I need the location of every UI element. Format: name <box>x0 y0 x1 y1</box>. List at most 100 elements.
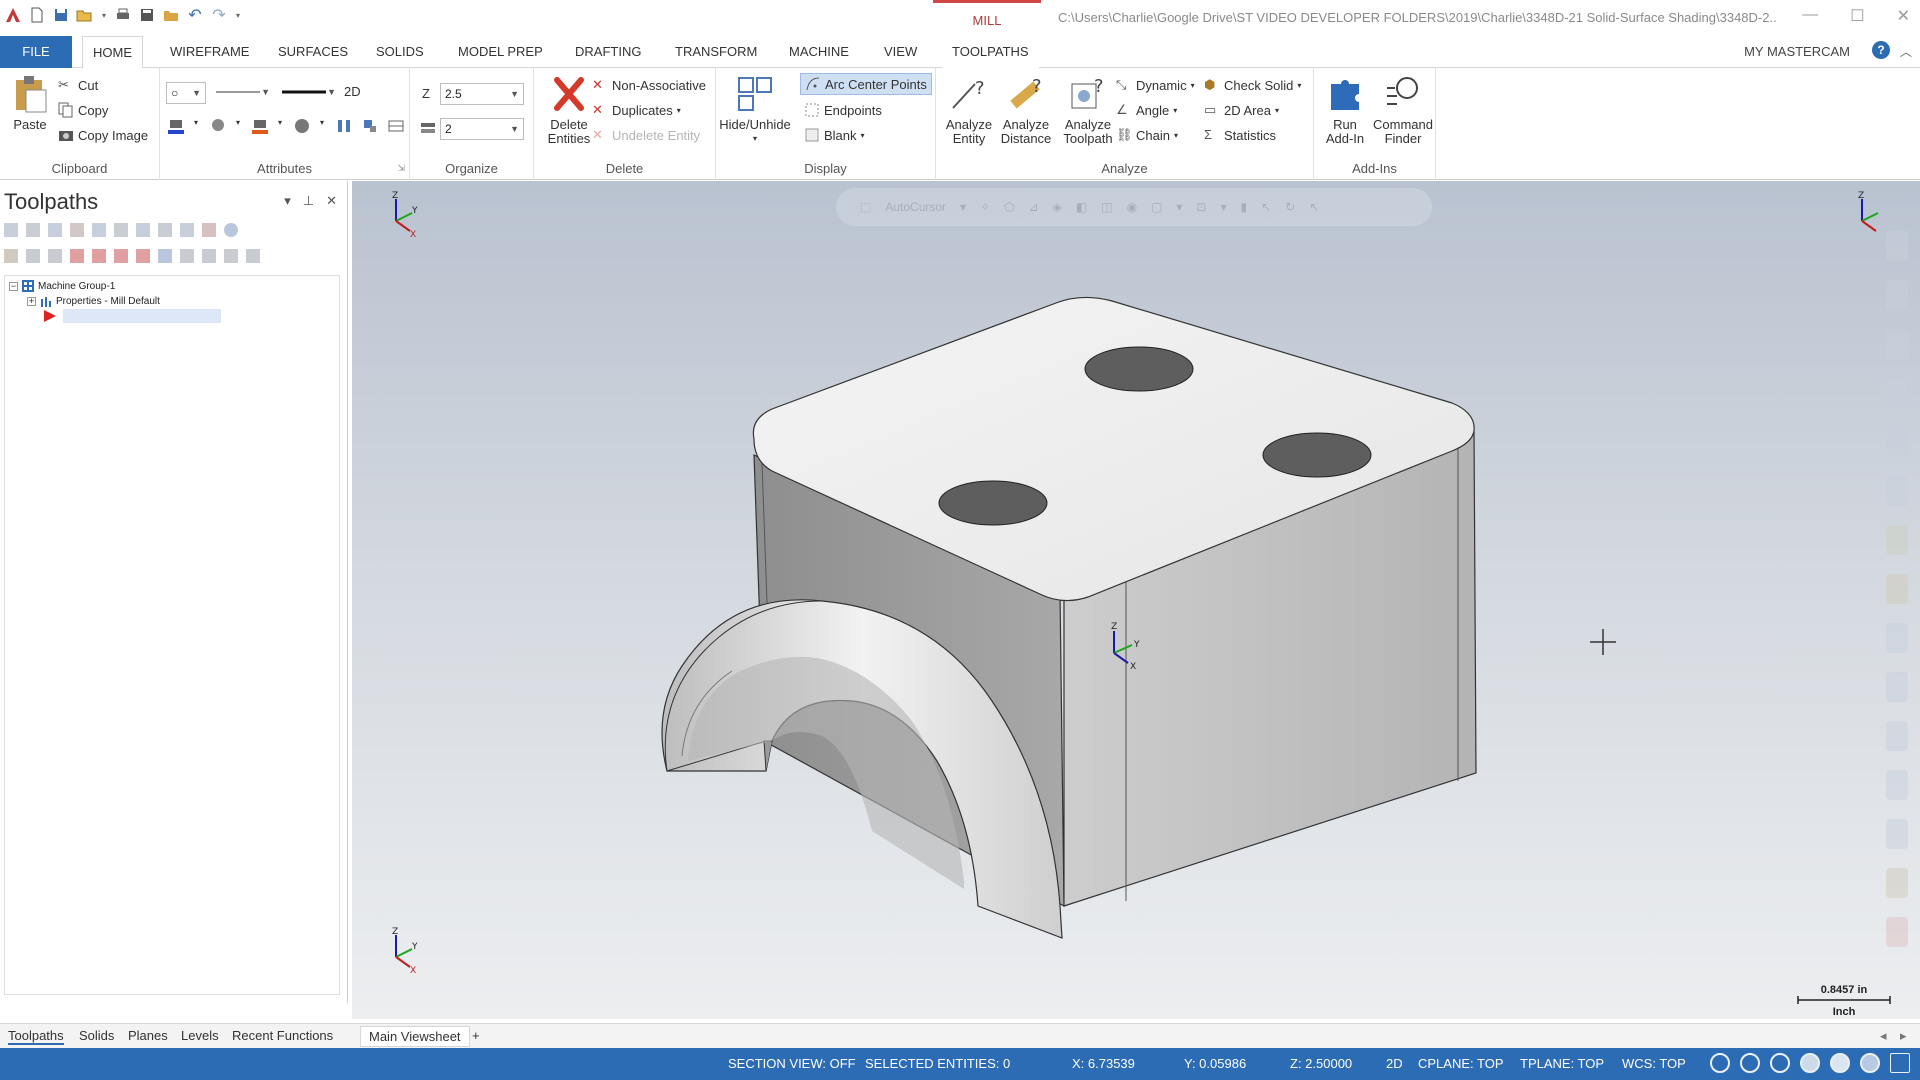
duplicates-button[interactable]: ✕ Duplicates ▾ <box>592 102 681 118</box>
tab-levels-manager[interactable]: Levels <box>181 1028 219 1043</box>
post-icon[interactable] <box>158 223 172 237</box>
color-view-icon[interactable] <box>1886 525 1908 555</box>
tab-home[interactable]: HOME <box>82 36 143 69</box>
delete-toolpath-icon[interactable] <box>202 223 216 237</box>
dropdown-arrow-icon[interactable]: ▾ <box>236 118 242 134</box>
help-toolpath-icon[interactable] <box>224 223 238 237</box>
tab-view[interactable]: VIEW <box>874 36 927 68</box>
y-coordinate-status[interactable]: Y: 0.05986 <box>1184 1056 1246 1071</box>
tab-transform[interactable]: TRANSFORM <box>665 36 767 68</box>
area-2d-button[interactable]: ▭ 2D Area ▾ <box>1204 102 1279 118</box>
mode-status[interactable]: 2D <box>1386 1056 1403 1071</box>
new-file-icon[interactable] <box>28 6 46 24</box>
dropdown-arrow-icon[interactable]: ▾ <box>194 118 200 134</box>
spline-view-icon[interactable] <box>1886 378 1908 408</box>
select-failed-icon[interactable] <box>26 223 40 237</box>
panel-menu-icon[interactable]: ▾ <box>284 193 291 209</box>
clear-colors-icon[interactable] <box>1886 917 1908 947</box>
globe-icon[interactable] <box>1710 1053 1730 1073</box>
shaded-icon[interactable] <box>1800 1053 1820 1073</box>
single-display-icon[interactable] <box>158 249 172 263</box>
run-addin-button[interactable]: Run Add-In <box>1318 74 1372 146</box>
solid-model[interactable]: Z Y X <box>352 181 1920 1019</box>
point-style-select[interactable]: ○ ▼ <box>166 82 206 104</box>
clear-color-icon[interactable] <box>362 118 378 134</box>
material-sphere-icon[interactable] <box>294 118 310 134</box>
z-coordinate-status[interactable]: Z: 2.50000 <box>1290 1056 1352 1071</box>
scroll-insert-icon[interactable] <box>136 249 150 263</box>
view-select-icon[interactable] <box>1886 231 1908 261</box>
app-logo-icon[interactable] <box>4 6 22 24</box>
tab-planes-manager[interactable]: Planes <box>128 1028 168 1043</box>
open-file-icon[interactable] <box>76 6 94 24</box>
analyze-toolpath-button[interactable]: ? Analyze Toolpath <box>1058 74 1118 146</box>
tree-node-insert-arrow[interactable] <box>43 309 57 323</box>
blank-button[interactable]: Blank ▾ <box>804 127 865 143</box>
tab-drafting[interactable]: DRAFTING <box>565 36 651 68</box>
shaded-edges-icon[interactable] <box>1830 1053 1850 1073</box>
copy-button[interactable]: Copy <box>58 102 108 118</box>
x-coordinate-status[interactable]: X: 6.73539 <box>1072 1056 1135 1071</box>
undo-icon[interactable]: ↶ <box>186 6 204 24</box>
tree-expander-icon[interactable]: + <box>27 296 36 306</box>
close-window-icon[interactable]: ✕ <box>1897 6 1910 26</box>
pin-icon[interactable]: ⊥ <box>303 193 314 209</box>
save-as-icon[interactable] <box>138 6 156 24</box>
gnomon-view-icon[interactable] <box>1886 721 1908 751</box>
dropdown-arrow-icon[interactable]: ▾ <box>320 118 326 134</box>
set-all-icon[interactable] <box>336 118 352 134</box>
non-associative-button[interactable]: ✕ Non-Associative <box>592 77 706 93</box>
wcs-status[interactable]: WCS: TOP <box>1622 1056 1686 1071</box>
expand-icon[interactable] <box>202 249 216 263</box>
lock-icon[interactable] <box>4 249 18 263</box>
my-mastercam-link[interactable]: MY MASTERCAM <box>1744 44 1850 59</box>
grid-view-icon[interactable] <box>1886 770 1908 800</box>
dropdown-arrow-icon[interactable]: ▾ <box>100 6 108 24</box>
move-down-icon[interactable] <box>70 249 84 263</box>
tree-node-properties[interactable]: + Properties - Mill Default <box>27 295 160 307</box>
levels-view-icon[interactable] <box>1886 819 1908 849</box>
scroll-left-icon[interactable]: ◂ <box>1880 1028 1887 1044</box>
analyze-distance-button[interactable]: ? Analyze Distance <box>996 74 1056 146</box>
analyze-entity-button[interactable]: ? Analyze Entity <box>942 74 996 146</box>
z-depth-select[interactable]: 2.5 ▼ <box>440 83 524 105</box>
arc-view-icon[interactable] <box>1886 329 1908 359</box>
collapse-icon[interactable] <box>224 249 238 263</box>
display-group-icon[interactable] <box>180 249 194 263</box>
angle-button[interactable]: ∠ Angle ▾ <box>1116 102 1177 118</box>
select-all-icon[interactable] <box>4 223 18 237</box>
solid-color-icon[interactable] <box>210 118 226 134</box>
help-icon[interactable]: ? <box>1872 41 1890 59</box>
tab-wireframe[interactable]: WIREFRAME <box>160 36 259 68</box>
dynamic-button[interactable]: ⤡ Dynamic ▾ <box>1116 77 1195 93</box>
command-finder-button[interactable]: Command Finder <box>1372 74 1434 146</box>
cut-button[interactable]: ✂ Cut <box>58 77 98 93</box>
level-select[interactable]: 2 ▼ <box>440 118 524 140</box>
regenerate-dirty-icon[interactable] <box>70 223 84 237</box>
hidden-line-icon[interactable] <box>1770 1053 1790 1073</box>
simulate-icon[interactable] <box>136 223 150 237</box>
arc-center-points-toggle[interactable]: Arc Center Points <box>800 73 932 95</box>
dimension-view-icon[interactable] <box>1886 476 1908 506</box>
statistics-button[interactable]: Σ Statistics <box>1204 127 1276 143</box>
tab-recent-functions[interactable]: Recent Functions <box>232 1028 333 1043</box>
translucent-icon[interactable] <box>1860 1053 1880 1073</box>
tab-model-prep[interactable]: MODEL PREP <box>448 36 553 68</box>
highfeed-icon[interactable] <box>180 223 194 237</box>
move-up-icon[interactable] <box>92 249 106 263</box>
tree-node-machine-group[interactable]: − Machine Group-1 <box>9 280 115 292</box>
settings-view-icon[interactable] <box>1886 868 1908 898</box>
tab-toolpaths-manager[interactable]: Toolpaths <box>8 1028 64 1045</box>
tab-solids[interactable]: SOLIDS <box>366 36 434 68</box>
redo-icon[interactable]: ↷ <box>210 6 228 24</box>
dropdown-arrow-icon[interactable]: ▾ <box>278 118 284 134</box>
tab-solids-manager[interactable]: Solids <box>79 1028 114 1043</box>
surface-view-icon[interactable] <box>1886 427 1908 457</box>
customize-qat-icon[interactable]: ▾ <box>234 6 242 24</box>
toggle-posting-icon[interactable] <box>48 249 62 263</box>
scroll-right-icon[interactable]: ▸ <box>1900 1028 1907 1044</box>
toggle-display-icon[interactable] <box>26 249 40 263</box>
hide-unhide-button[interactable]: Hide/Unhide ▾ <box>719 74 791 146</box>
graphics-viewport[interactable]: ⬚ AutoCursor ▾ ✧ ⬠ ⊿ ◈ ◧ ◫ ◉ ▢ ▾ ⊡ ▾ ▮ ↖… <box>352 181 1920 1019</box>
minimize-icon[interactable]: — <box>1802 6 1818 26</box>
